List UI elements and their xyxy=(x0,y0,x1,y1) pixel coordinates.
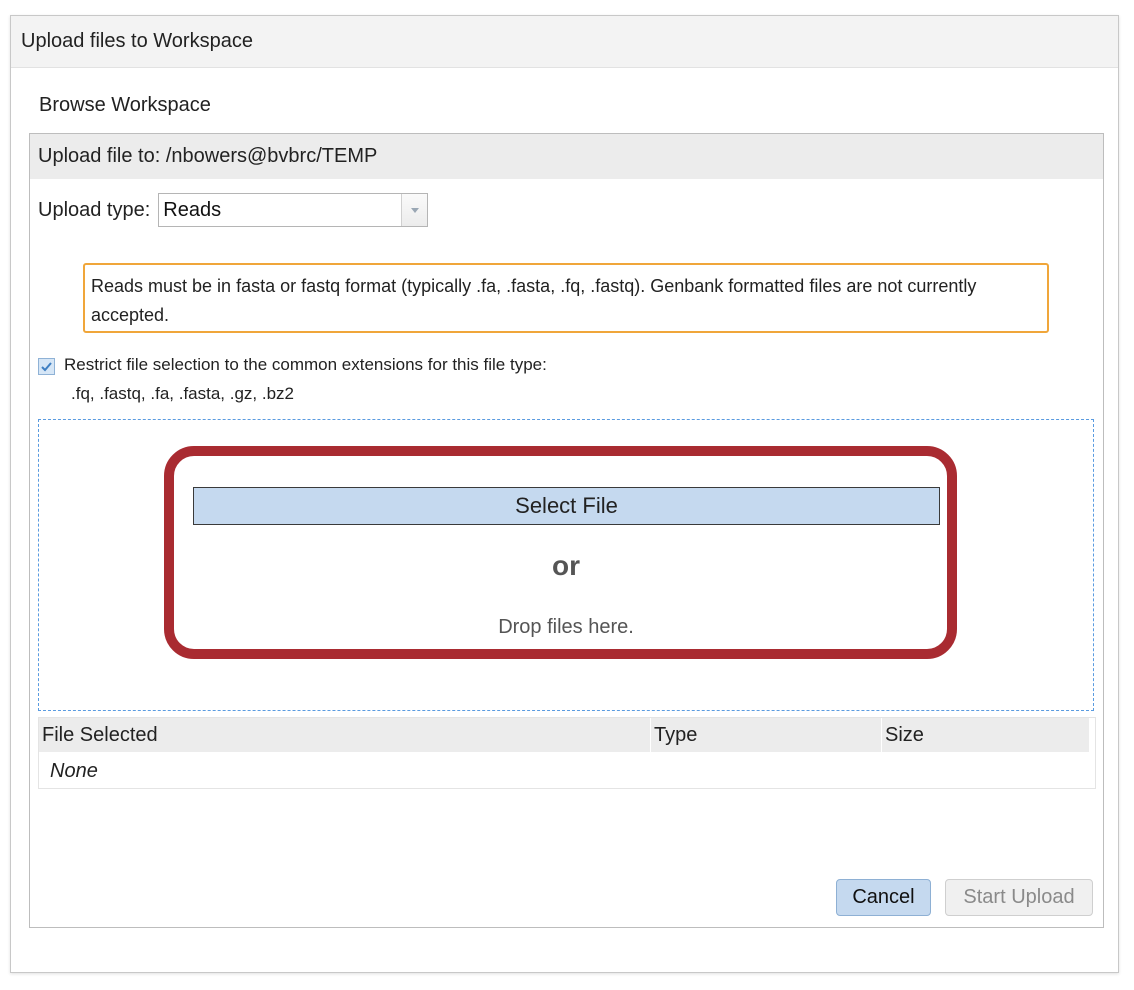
upload-destination-text: Upload file to: /nbowers@bvbrc/TEMP xyxy=(38,145,378,167)
upload-panel: Upload file to: /nbowers@bvbrc/TEMP Uplo… xyxy=(29,133,1104,928)
dialog-titlebar: Upload files to Workspace xyxy=(11,16,1118,68)
column-header-size: Size xyxy=(885,723,924,746)
file-dropzone[interactable]: Select File or Drop files here. xyxy=(38,419,1094,711)
empty-files-row: None xyxy=(50,760,98,782)
restrict-extensions-label: Restrict file selection to the common ex… xyxy=(64,355,547,374)
select-file-button[interactable]: Select File xyxy=(193,487,940,525)
restrict-extensions-checkbox[interactable] xyxy=(38,358,55,375)
cancel-button[interactable]: Cancel xyxy=(836,879,931,916)
upload-type-row: Upload type: Reads xyxy=(38,193,429,227)
browse-workspace-link[interactable]: Browse Workspace xyxy=(39,94,211,117)
format-notice: Reads must be in fasta or fastq format (… xyxy=(83,263,1049,333)
start-upload-button[interactable]: Start Upload xyxy=(945,879,1093,916)
upload-type-label: Upload type: xyxy=(38,198,151,221)
allowed-extensions: .fq, .fastq, .fa, .fasta, .gz, .bz2 xyxy=(71,384,295,403)
or-separator: or xyxy=(552,550,580,581)
restrict-extensions-row: Restrict file selection to the common ex… xyxy=(38,355,547,375)
table-header: File Selected Type Size xyxy=(39,718,1089,752)
upload-dialog: Upload files to Workspace Browse Workspa… xyxy=(10,15,1119,973)
dialog-title: Upload files to Workspace xyxy=(21,30,253,52)
column-header-type: Type xyxy=(651,718,882,752)
column-header-file-selected: File Selected xyxy=(39,718,651,752)
upload-type-select[interactable]: Reads xyxy=(158,193,429,227)
chevron-down-icon[interactable] xyxy=(401,194,428,226)
selected-files-table: File Selected Type Size None xyxy=(38,717,1096,789)
checkmark-icon xyxy=(41,362,52,372)
drop-files-hint: Drop files here. xyxy=(498,616,634,638)
upload-type-value: Reads xyxy=(163,198,222,221)
upload-destination-header: Upload file to: /nbowers@bvbrc/TEMP xyxy=(30,134,1103,179)
